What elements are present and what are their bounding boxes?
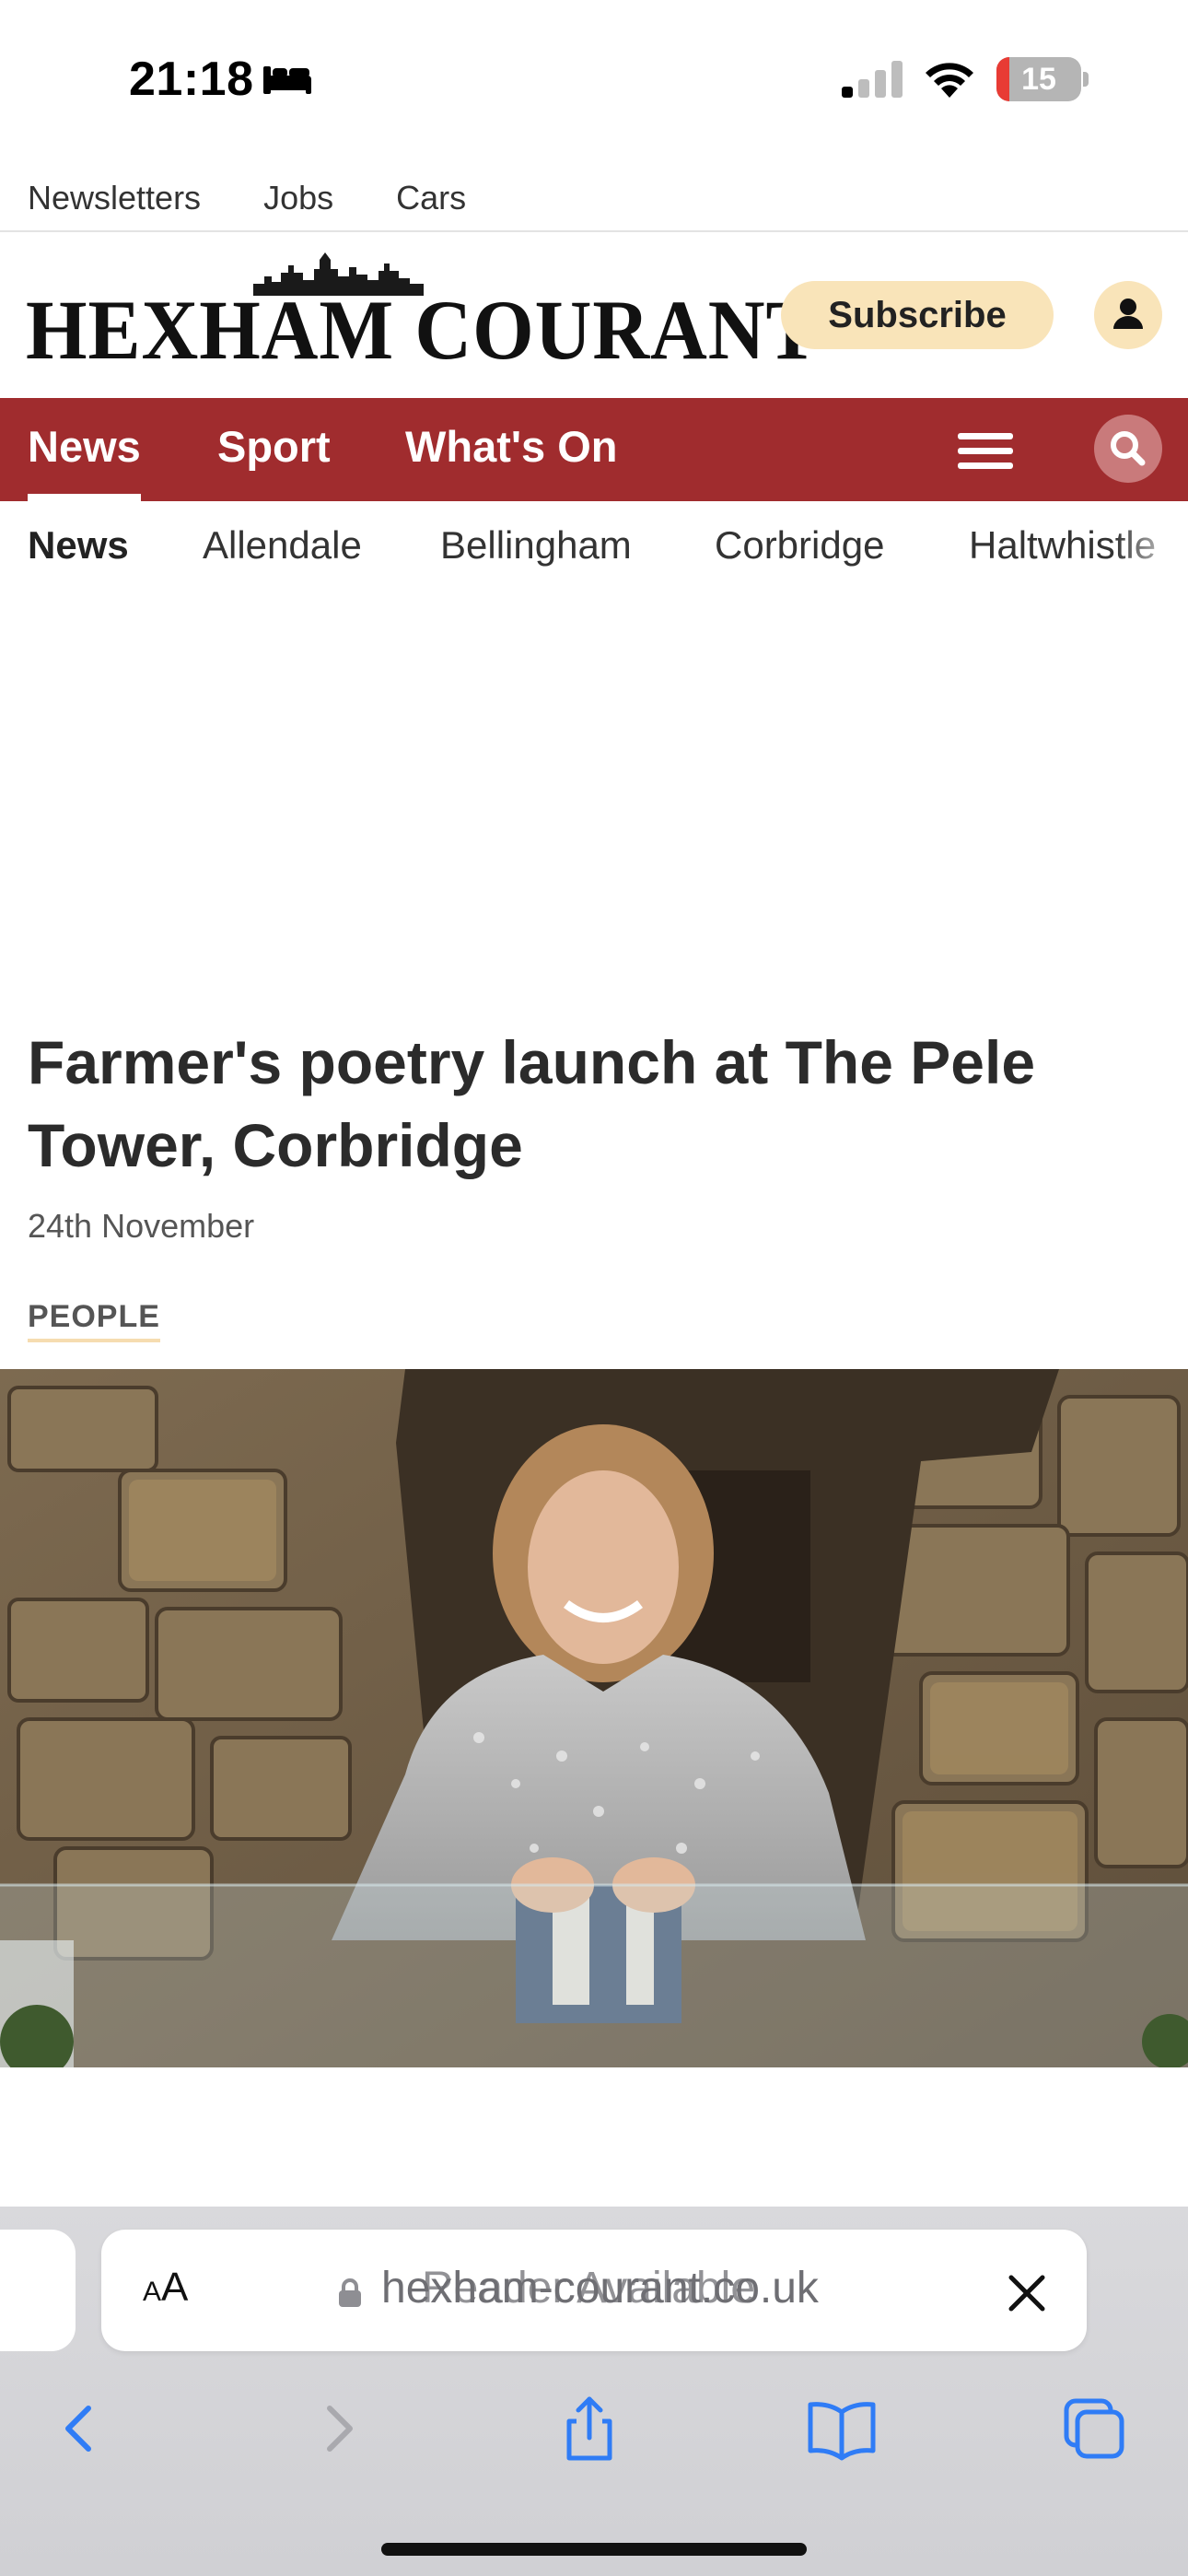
search-icon: [1111, 431, 1146, 466]
subnav-fade: [1114, 501, 1188, 593]
battery-level: 15: [1021, 62, 1056, 97]
subscribe-button[interactable]: Subscribe: [781, 281, 1054, 349]
site-logo[interactable]: HEXHAM COURANT: [26, 281, 819, 379]
status-time: 21:18: [129, 53, 254, 106]
battery-icon: 15: [996, 57, 1089, 101]
section-subnav: News Allendale Bellingham Corbridge Halt…: [0, 501, 1188, 593]
lock-icon: [339, 2278, 361, 2307]
subnav-item-allendale[interactable]: Allendale: [203, 523, 362, 568]
cellular-signal-icon: [842, 61, 903, 98]
wifi-icon: [926, 63, 973, 98]
tab-sport[interactable]: Sport: [217, 398, 331, 501]
previous-tab-preview[interactable]: [0, 2230, 76, 2351]
article-image[interactable]: [0, 1369, 1188, 2067]
top-link-cars[interactable]: Cars: [396, 179, 466, 217]
close-icon[interactable]: [1006, 2272, 1048, 2314]
top-links: Newsletters Jobs Cars: [28, 166, 529, 230]
account-button[interactable]: [1094, 281, 1162, 349]
user-icon: [1113, 299, 1143, 329]
tabs-icon[interactable]: [1057, 2392, 1131, 2465]
top-link-newsletters[interactable]: Newsletters: [28, 179, 201, 217]
back-icon[interactable]: [42, 2392, 116, 2465]
subnav-item-news[interactable]: News: [28, 523, 129, 568]
bed-icon: [263, 66, 311, 94]
bookmarks-icon[interactable]: [805, 2392, 879, 2465]
home-indicator: [381, 2543, 807, 2556]
article-tag[interactable]: PEOPLE: [28, 1299, 160, 1342]
search-button[interactable]: [1094, 415, 1162, 483]
text-size-button[interactable]: AA: [143, 2265, 188, 2311]
top-link-jobs[interactable]: Jobs: [263, 179, 333, 217]
article-date: 24th November: [28, 1207, 255, 1245]
hamburger-menu-icon[interactable]: [958, 431, 1013, 472]
tab-news[interactable]: News: [28, 398, 141, 501]
subnav-item-bellingham[interactable]: Bellingham: [440, 523, 632, 568]
subnav-item-corbridge[interactable]: Corbridge: [715, 523, 884, 568]
divider: [0, 230, 1188, 232]
status-bar: 21:18 15: [0, 0, 1188, 157]
tab-whats-on[interactable]: What's On: [405, 398, 618, 501]
share-icon[interactable]: [553, 2392, 626, 2465]
article-headline: Farmer's poetry launch at The Pele Tower…: [28, 1028, 1036, 1179]
forward-icon[interactable]: [302, 2392, 376, 2465]
reader-available-label[interactable]: Reader Available: [422, 2263, 755, 2313]
